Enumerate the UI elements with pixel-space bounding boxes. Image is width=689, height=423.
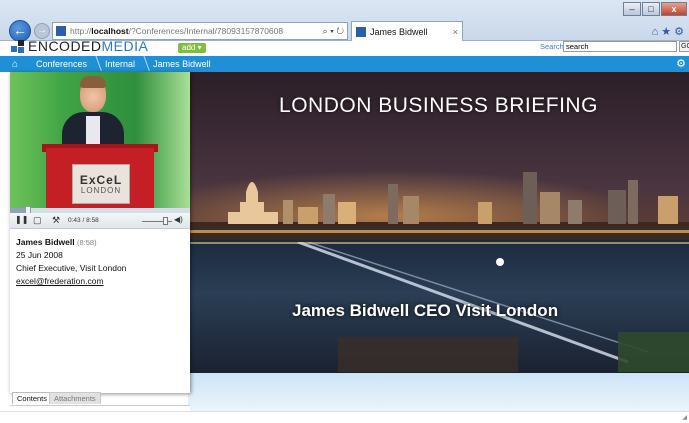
pause-icon[interactable]: ❚❚ [15,215,28,224]
search-label: Search [540,42,564,51]
slide-lower-band [188,373,689,411]
speaker-email-link[interactable]: excel@frederation.com [16,275,186,288]
status-strip [0,411,689,423]
browser-tab[interactable]: James Bidwell × [351,21,463,41]
minimize-button[interactable]: – [623,2,641,16]
tab-attachments[interactable]: Attachments [49,392,101,404]
speaker-role: Chief Executive, Visit London [16,263,127,273]
presenter-hair [80,76,106,88]
presenter-shirt [86,116,100,146]
time-readout: 0:43 / 8:58 [68,217,99,224]
add-button[interactable]: add ▾ [178,43,206,53]
breadcrumb-item-current[interactable]: James Bidwell [147,59,223,69]
search-refresh-icons[interactable]: ⌕ ▾ ↻ [323,26,344,37]
speaker-date: 25 Jun 2008 [16,250,63,260]
settings-gear-icon[interactable]: ⚙ [676,57,686,70]
window-controls: – □ x [622,2,687,16]
tab-title: James Bidwell [370,26,428,37]
home-favorites-settings-icons[interactable]: ⌂★⚙ [652,25,687,38]
speaker-duration: (8:58) [76,238,97,247]
tab-close-icon[interactable]: × [453,27,458,37]
browser-chrome: – □ x ← → http://localhost/?Conferences/… [0,0,689,42]
panel-tabs: Contents Attachments [10,392,190,404]
volume-track[interactable] [142,221,172,222]
london-skyline-image [188,172,689,244]
video-panel: ExCeL LONDON ❚❚ ▢ ⚒ 0:43 / 8:58 ◀) James… [10,72,190,404]
tab-favicon-icon [356,26,366,37]
captions-icon[interactable]: ▢ [33,215,42,226]
video-player[interactable]: ExCeL LONDON [10,72,190,208]
logo-mark-icon [11,40,24,53]
close-window-button[interactable]: x [661,2,687,16]
volume-icon[interactable]: ◀) [174,215,183,224]
panel-footer [10,405,190,411]
volume-knob[interactable] [162,217,168,225]
site-favicon-icon [56,26,66,36]
presentation-slide: LONDON BUSINESS BRIEFING James Bidwell C… [188,72,689,373]
speaker-name: James Bidwell [16,237,75,247]
search-input[interactable] [563,41,677,52]
maximize-button[interactable]: □ [642,2,660,16]
home-icon[interactable]: ⌂ [0,59,30,70]
breadcrumb-item-internal[interactable]: Internal [99,59,147,69]
address-url[interactable]: http://localhost/?Conferences/Internal/7… [70,26,319,36]
go-button[interactable]: GO [679,41,689,52]
slide-subtitle: James Bidwell CEO Visit London [292,301,559,320]
resize-grip-icon[interactable]: ◢ [682,414,687,421]
breadcrumb-item-conferences[interactable]: Conferences [30,59,99,69]
breadcrumb: ⌂ Conferences Internal James Bidwell ⚙ [0,56,689,72]
encodedmedia-logo[interactable]: ENCODEDMEDIA [11,38,148,54]
tools-icon[interactable]: ⚒ [52,215,60,226]
forward-button[interactable]: → [34,23,50,39]
speaker-info: James Bidwell (8:58) 25 Jun 2008 Chief E… [16,236,186,288]
player-controls: ❚❚ ▢ ⚒ 0:43 / 8:58 ◀) [10,213,190,229]
tab-contents[interactable]: Contents [12,392,53,404]
excel-london-sign: ExCeL LONDON [72,164,130,204]
slide-title: LONDON BUSINESS BRIEFING [279,94,598,117]
